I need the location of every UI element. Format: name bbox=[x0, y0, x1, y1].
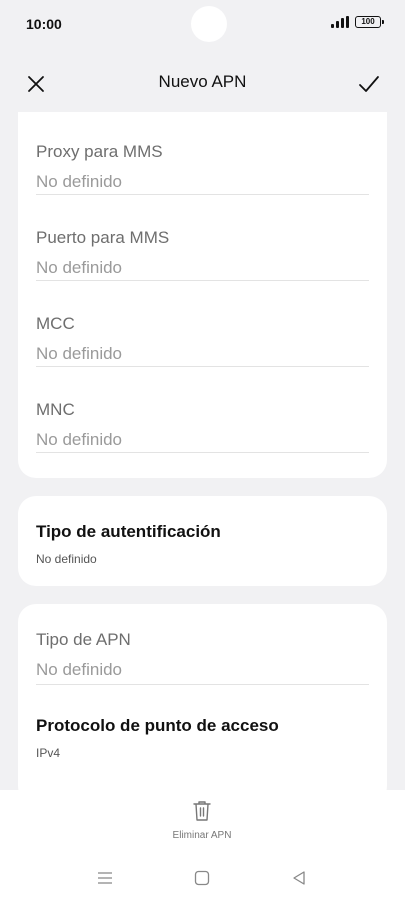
field-value: No definido bbox=[36, 258, 123, 277]
fields-card: Proxy para MMS No definido Puerto para M… bbox=[18, 112, 387, 478]
trash-icon bbox=[193, 801, 211, 821]
protocol-row[interactable]: Protocolo de punto de acceso IPv4 bbox=[36, 716, 369, 760]
status-time: 10:00 bbox=[26, 16, 62, 32]
apn-card: Tipo de APN No definido Protocolo de pun… bbox=[18, 604, 387, 804]
field-label: Tipo de APN bbox=[36, 630, 131, 649]
field-label: Puerto para MMS bbox=[36, 228, 170, 247]
navigation-bar bbox=[0, 868, 405, 892]
status-indicators: 100 bbox=[331, 16, 384, 28]
status-bar: 10:00 100 bbox=[0, 0, 405, 48]
auth-type-value: No definido bbox=[36, 552, 97, 566]
divider bbox=[36, 684, 369, 685]
divider bbox=[36, 280, 369, 281]
field-mcc[interactable]: MCC No definido bbox=[36, 314, 369, 367]
divider bbox=[36, 452, 369, 453]
field-value: No definido bbox=[36, 430, 123, 449]
delete-apn-button[interactable]: Eliminar APN bbox=[152, 800, 252, 850]
field-value: No definido bbox=[36, 172, 123, 191]
home-icon[interactable] bbox=[192, 868, 212, 888]
app-bar: Nuevo APN bbox=[0, 58, 405, 108]
protocol-value: IPv4 bbox=[36, 746, 61, 760]
signal-icon bbox=[331, 16, 349, 28]
divider bbox=[36, 366, 369, 367]
back-icon[interactable] bbox=[289, 868, 309, 888]
auth-type-title: Tipo de autentificación bbox=[36, 522, 221, 541]
field-apn-type[interactable]: Tipo de APN No definido bbox=[36, 630, 369, 685]
menu-icon[interactable] bbox=[95, 868, 115, 888]
auth-type-row[interactable]: Tipo de autentificación No definido bbox=[36, 522, 369, 566]
camera-cutout bbox=[191, 6, 227, 42]
field-mnc[interactable]: MNC No definido bbox=[36, 400, 369, 453]
page-title: Nuevo APN bbox=[158, 72, 247, 91]
field-label: MNC bbox=[36, 400, 75, 419]
check-icon[interactable] bbox=[355, 70, 383, 98]
delete-apn-label: Eliminar APN bbox=[172, 830, 232, 841]
field-label: Proxy para MMS bbox=[36, 142, 163, 161]
protocol-title: Protocolo de punto de acceso bbox=[36, 716, 279, 735]
battery-icon: 100 bbox=[355, 16, 384, 28]
field-value: No definido bbox=[36, 660, 123, 679]
field-value: No definido bbox=[36, 344, 123, 363]
auth-type-card[interactable]: Tipo de autentificación No definido bbox=[18, 496, 387, 586]
field-puerto-mms[interactable]: Puerto para MMS No definido bbox=[36, 228, 369, 281]
field-proxy-mms[interactable]: Proxy para MMS No definido bbox=[36, 142, 369, 195]
divider bbox=[36, 194, 369, 195]
field-label: MCC bbox=[36, 314, 75, 333]
